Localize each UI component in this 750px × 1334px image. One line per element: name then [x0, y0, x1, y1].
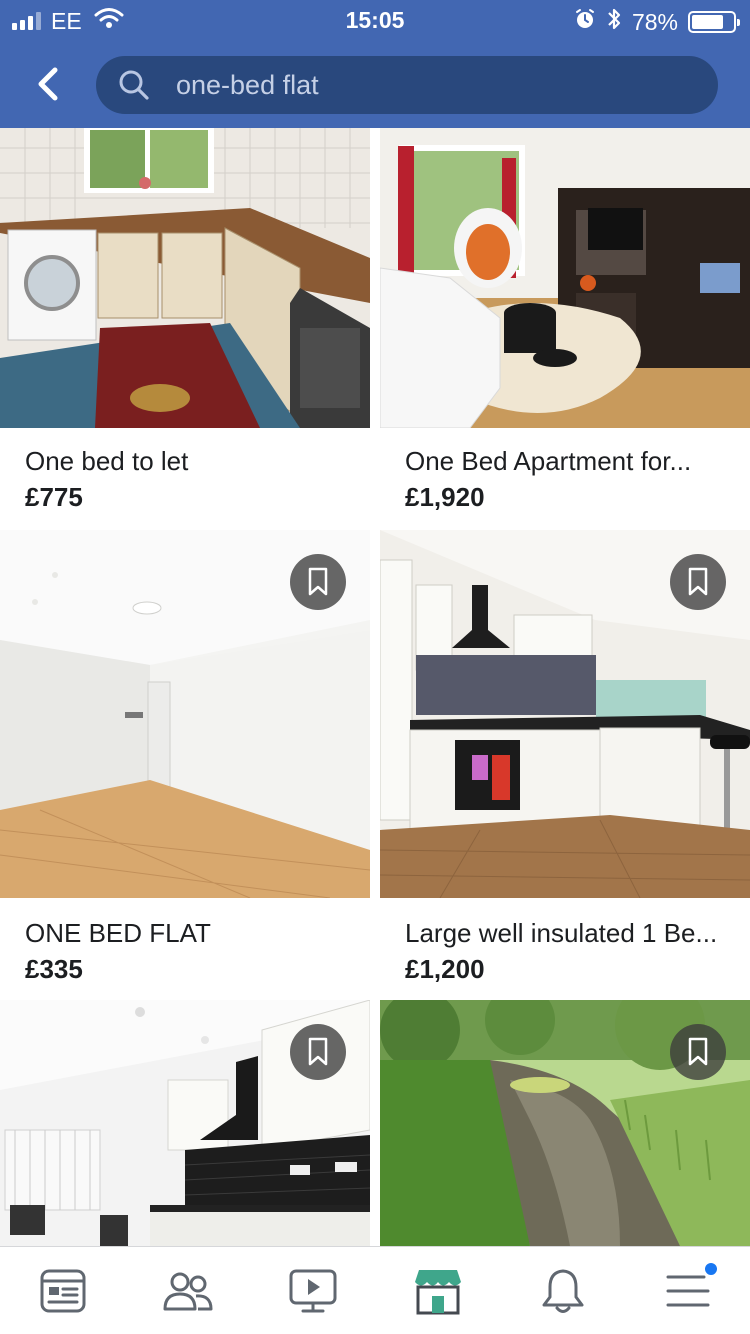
listing-card[interactable]: One Bed Apartment for... £1,920	[380, 128, 750, 518]
save-button[interactable]	[670, 554, 726, 610]
listing-photo-living-room[interactable]	[380, 128, 750, 428]
tab-menu[interactable]	[625, 1247, 750, 1334]
bookmark-icon	[688, 1037, 708, 1066]
battery-icon	[688, 11, 740, 33]
app-header: EE 15:05 78% one-bed flat	[0, 0, 750, 128]
friends-icon	[163, 1272, 212, 1311]
chevron-left-icon	[38, 67, 58, 101]
listing-card[interactable]: Large well insulated 1 Be... £1,200	[380, 530, 750, 984]
tab-marketplace[interactable]	[375, 1247, 500, 1334]
status-right: 78%	[574, 7, 740, 37]
save-button[interactable]	[670, 1024, 726, 1080]
video-icon	[289, 1269, 336, 1313]
listing-price: £1,920	[405, 482, 485, 512]
save-button[interactable]	[290, 1024, 346, 1080]
listing-card[interactable]: One bed to let £775	[0, 128, 370, 518]
listing-price: £1,200	[405, 954, 485, 984]
listing-grid: One bed to let £775 One Bed Apartment fo…	[0, 128, 750, 1246]
listing-title[interactable]: Large well insulated 1 Be...	[405, 918, 740, 949]
bookmark-icon	[308, 567, 328, 596]
listing-title[interactable]: One Bed Apartment for...	[405, 446, 740, 477]
search-bar[interactable]	[96, 56, 718, 114]
bookmark-icon	[688, 567, 708, 596]
tab-watch[interactable]	[250, 1247, 375, 1334]
status-bar: EE 15:05 78%	[0, 0, 750, 40]
search-input[interactable]	[176, 56, 696, 114]
bell-icon	[542, 1269, 583, 1313]
listing-photo-kitchen[interactable]	[0, 128, 370, 428]
battery-fill	[692, 15, 724, 29]
marketplace-shop-icon	[414, 1270, 461, 1315]
listing-price: £335	[25, 954, 83, 984]
bottom-tab-bar	[0, 1246, 750, 1334]
listing-card[interactable]	[0, 1000, 370, 1246]
listing-price: £775	[25, 482, 83, 512]
news-feed-icon	[40, 1269, 85, 1313]
listing-card[interactable]	[380, 1000, 750, 1246]
tab-notifications[interactable]	[500, 1247, 625, 1334]
listing-card[interactable]: ONE BED FLAT £335	[0, 530, 370, 984]
battery-percent: 78%	[631, 8, 678, 35]
bookmark-icon	[308, 1037, 328, 1066]
tab-news-feed[interactable]	[0, 1247, 125, 1334]
menu-icon	[666, 1275, 709, 1307]
search-icon	[119, 70, 149, 100]
listing-title[interactable]: One bed to let	[25, 446, 360, 477]
menu-notification-badge	[703, 1261, 719, 1277]
search-nav-row	[0, 52, 750, 118]
bluetooth-icon	[606, 7, 622, 37]
alarm-icon	[574, 8, 596, 36]
save-button[interactable]	[290, 554, 346, 610]
back-button[interactable]	[24, 60, 72, 108]
tab-friends[interactable]	[125, 1247, 250, 1334]
listing-title[interactable]: ONE BED FLAT	[25, 918, 360, 949]
